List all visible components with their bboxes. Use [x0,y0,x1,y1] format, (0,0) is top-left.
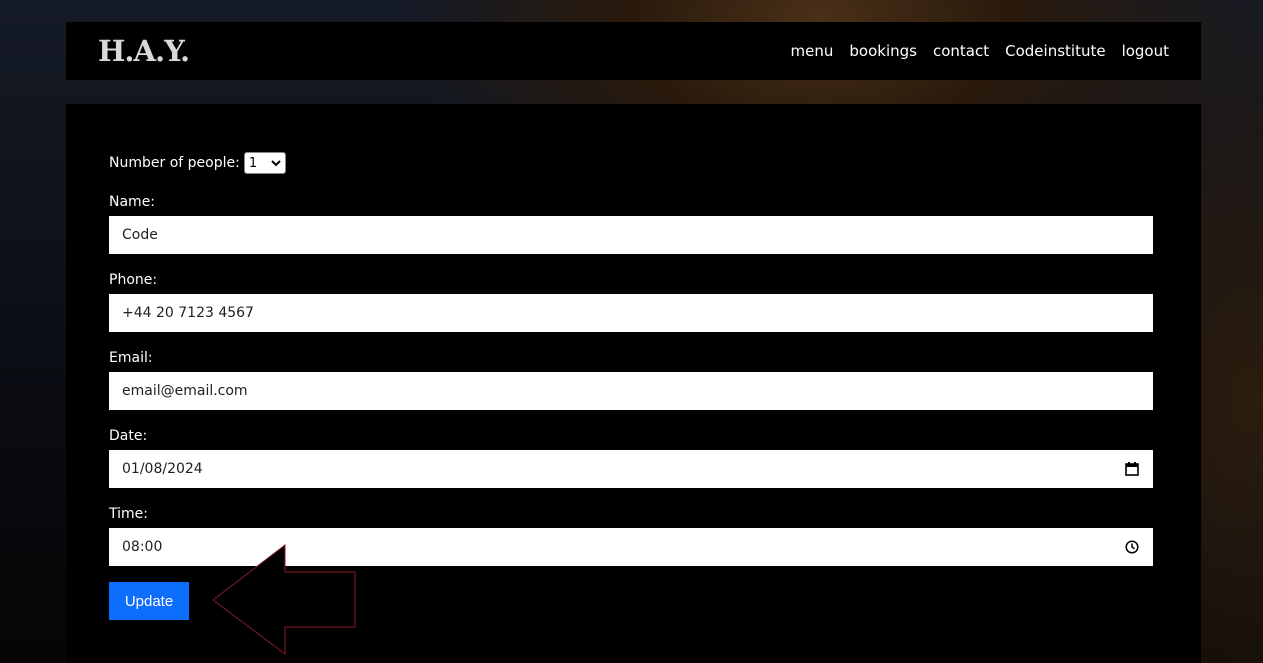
nav-links: menu bookings contact Codeinstitute logo… [775,42,1169,60]
people-row: Number of people: 1 [109,152,286,174]
clock-icon[interactable] [1125,540,1139,554]
chevron-down-icon [271,160,281,167]
navbar: H.A.Y. menu bookings contact Codeinstitu… [66,22,1201,80]
email-input[interactable]: email@email.com [109,372,1153,410]
nav-logout[interactable]: logout [1122,42,1169,60]
calendar-icon[interactable] [1125,462,1139,476]
phone-value: +44 20 7123 4567 [122,305,254,321]
name-value: Code [122,227,158,243]
nav-contact[interactable]: contact [933,42,989,60]
date-label: Date: [109,428,148,444]
nav-codeinstitute[interactable]: Codeinstitute [1005,42,1105,60]
update-button[interactable]: Update [109,582,189,620]
people-label: Number of people: [109,155,240,171]
name-label: Name: [109,194,156,210]
date-input[interactable]: 01/08/2024 [109,450,1153,488]
time-value: 08:00 [122,539,163,555]
phone-label: Phone: [109,272,158,288]
arrow-annotation-icon [212,544,356,655]
nav-menu[interactable]: menu [791,42,834,60]
phone-input[interactable]: +44 20 7123 4567 [109,294,1153,332]
people-select[interactable]: 1 [243,152,286,174]
brand-logo[interactable]: H.A.Y. [98,34,190,68]
email-label: Email: [109,350,153,366]
name-input[interactable]: Code [109,216,1153,254]
nav-bookings[interactable]: bookings [849,42,917,60]
email-value: email@email.com [122,383,248,399]
date-value: 01/08/2024 [122,461,203,477]
people-select-value: 1 [248,155,258,171]
time-label: Time: [109,506,148,522]
